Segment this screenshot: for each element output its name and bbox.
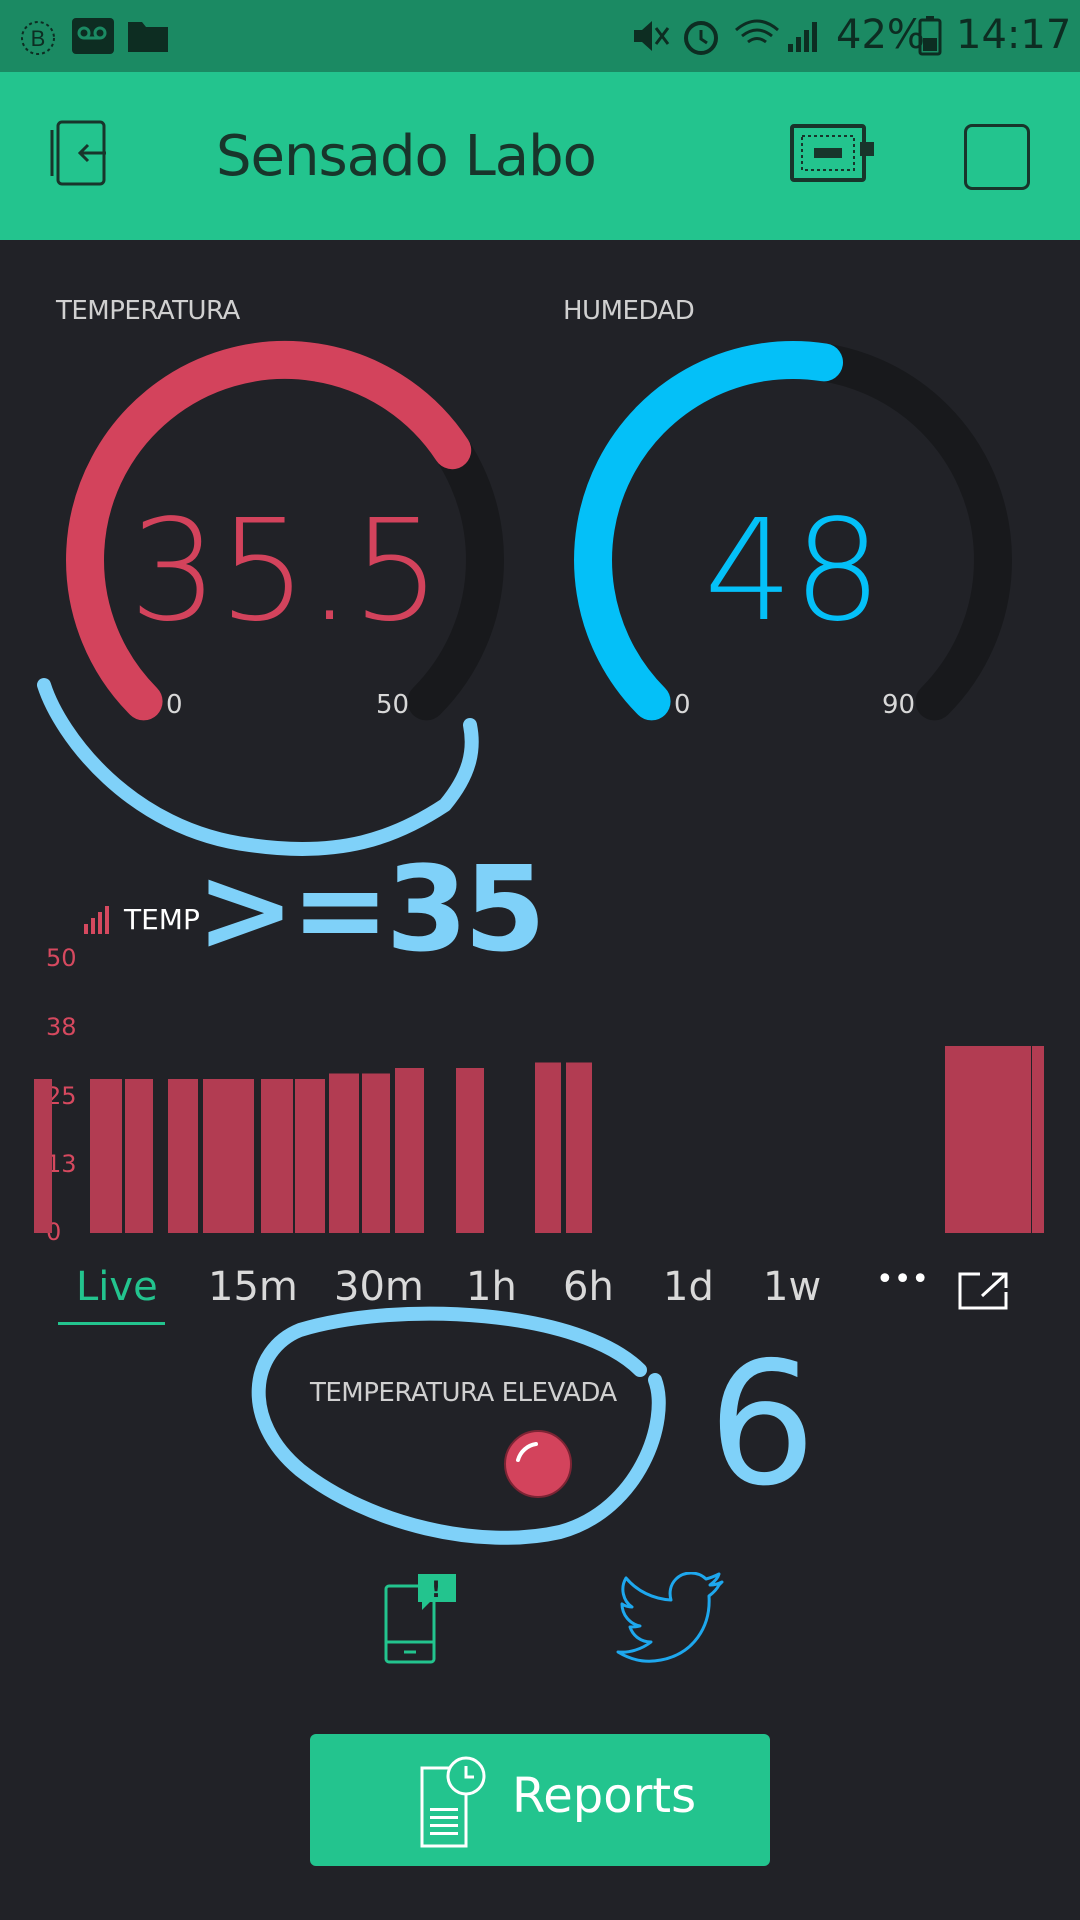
chart-bar <box>226 1079 254 1233</box>
humedad-max: 90 <box>882 690 916 720</box>
chart-bar <box>566 1062 592 1233</box>
voicemail-icon <box>72 18 114 54</box>
exit-icon[interactable] <box>46 120 120 188</box>
report-clock-icon <box>420 1756 486 1848</box>
clock: 14:17 <box>956 12 1072 58</box>
reports-label: Reports <box>512 1768 697 1824</box>
tab-15m[interactable]: 15m <box>208 1264 298 1310</box>
chart-bar <box>395 1068 424 1233</box>
more-tabs-button[interactable]: ••• <box>876 1262 929 1297</box>
chart-bar <box>456 1068 484 1233</box>
signal-icon <box>788 22 817 52</box>
circle-around-led-widget <box>251 1306 666 1545</box>
wifi-icon <box>735 19 779 44</box>
svg-text:!: ! <box>431 1578 441 1603</box>
chart-bar <box>125 1079 153 1233</box>
square-icon[interactable] <box>964 124 1030 190</box>
b-icon: B <box>21 21 55 55</box>
notification-icon[interactable]: ! <box>382 1572 458 1664</box>
led-indicator <box>504 1430 572 1498</box>
alarm-icon <box>684 21 718 55</box>
chart-bar <box>34 1079 52 1233</box>
twitter-icon[interactable] <box>610 1572 726 1666</box>
device-icon[interactable] <box>788 122 876 186</box>
chart-bar <box>329 1073 359 1233</box>
chart-bar <box>90 1079 122 1233</box>
chart-bar <box>945 1046 974 1233</box>
annotation-condition: >=35 <box>196 840 546 978</box>
chart-bar <box>535 1062 561 1233</box>
tab-6h[interactable]: 6h <box>563 1264 614 1310</box>
tab-1w[interactable]: 1w <box>763 1264 821 1310</box>
temperatura-min: 0 <box>166 690 183 720</box>
folder-icon <box>128 22 168 52</box>
app-bar: Sensado Labo <box>0 72 1080 240</box>
chart-bar <box>1032 1046 1044 1233</box>
chart-bar <box>295 1079 325 1233</box>
tab-live[interactable]: Live <box>76 1264 158 1310</box>
tab-active-indicator <box>58 1322 165 1325</box>
tab-30m[interactable]: 30m <box>334 1264 424 1310</box>
chart-bar <box>973 1046 1031 1233</box>
chart-bar <box>362 1073 390 1233</box>
temperatura-value: 35.5 <box>129 490 441 653</box>
battery-percent: 42% <box>836 12 925 58</box>
chart-bar <box>261 1079 293 1233</box>
status-bar: B 42% 14:17 <box>0 0 1080 72</box>
annotation-number: 6 <box>708 1326 817 1524</box>
svg-text:B: B <box>31 26 46 51</box>
expand-icon[interactable] <box>958 1270 1010 1310</box>
tab-1d[interactable]: 1d <box>663 1264 714 1310</box>
humedad-value: 48 <box>703 490 883 653</box>
app-title: Sensado Labo <box>216 124 597 189</box>
tab-1h[interactable]: 1h <box>466 1264 517 1310</box>
led-label: TEMPERATURA ELEVADA <box>310 1378 617 1408</box>
mute-icon <box>634 21 670 51</box>
reports-button[interactable]: Reports <box>310 1734 770 1866</box>
humedad-min: 0 <box>674 690 691 720</box>
chart-bar <box>168 1079 198 1233</box>
battery-icon <box>918 16 942 56</box>
temperatura-max: 50 <box>376 690 410 720</box>
